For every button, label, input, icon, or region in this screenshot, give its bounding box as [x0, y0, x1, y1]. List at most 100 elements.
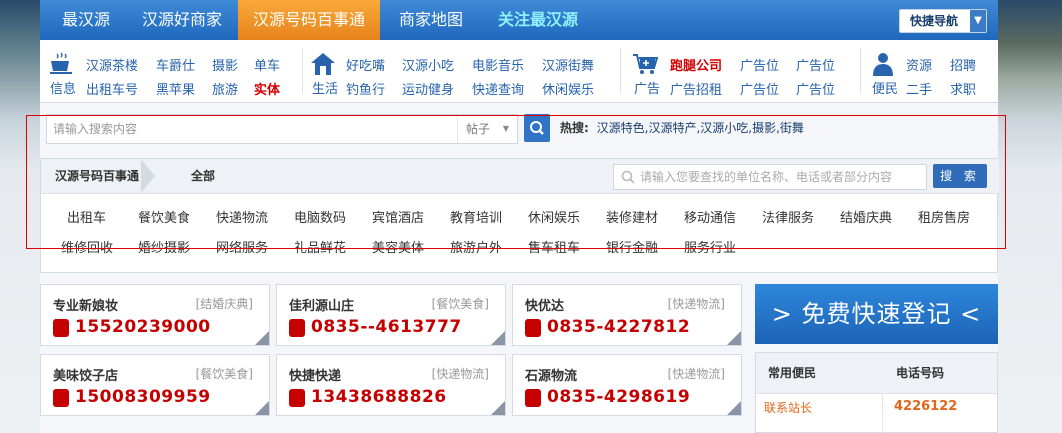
directory-search-button[interactable]: 搜 索: [933, 164, 987, 188]
directory-item[interactable]: 礼品鲜花: [294, 237, 346, 256]
link-che-jue-shi[interactable]: 车爵仕: [156, 55, 195, 74]
link-recruit[interactable]: 招聘: [950, 55, 976, 74]
link-express-query[interactable]: 快递查询: [472, 79, 524, 98]
directory-item[interactable]: 美容美体: [372, 237, 424, 256]
tab-phone-directory[interactable]: 汉源号码百事通: [238, 0, 380, 40]
breadcrumb-root[interactable]: 汉源号码百事通: [55, 159, 139, 193]
search-scope-select[interactable]: 帖子 ▼: [457, 115, 517, 143]
tab-follow[interactable]: 关注最汉源: [482, 0, 594, 40]
listing-card[interactable]: 快捷快递 [快递物流] 13438688826: [276, 354, 506, 416]
corner-marker: [255, 401, 269, 415]
tab-good-merchants[interactable]: 汉源好商家: [130, 0, 234, 40]
directory-item[interactable]: 法律服务: [762, 207, 814, 226]
search-button[interactable]: [524, 114, 550, 142]
shopping-cart-icon: [633, 54, 658, 74]
listing-card[interactable]: 石源物流 [快递物流] 0835-4298619: [512, 354, 742, 416]
directory-item[interactable]: 休闲娱乐: [528, 207, 580, 226]
listing-name: 专业新娘妆: [53, 299, 119, 314]
link-second-hand[interactable]: 二手: [906, 79, 932, 98]
link-black-apple[interactable]: 黑苹果: [156, 79, 195, 98]
listing-name: 快捷快递: [289, 369, 342, 384]
quick-nav-button[interactable]: 快捷导航 ▼: [899, 9, 987, 33]
directory-item[interactable]: 宾馆酒店: [372, 207, 424, 226]
link-ad-slot[interactable]: 广告位: [740, 79, 779, 98]
link-ad-recruit[interactable]: 广告招租: [670, 79, 722, 98]
category-label-life: 生活: [312, 82, 339, 97]
corner-marker: [727, 401, 741, 415]
breadcrumb: 汉源号码百事通 全部 请输入您要查找的单位名称、电话或者部分内容 搜 索: [41, 159, 999, 194]
directory-item[interactable]: 结婚庆典: [840, 207, 892, 226]
link-fishing[interactable]: 钓鱼行: [346, 79, 385, 98]
link-movie-music[interactable]: 电影音乐: [472, 55, 524, 74]
directory-item[interactable]: 服务行业: [684, 237, 736, 256]
corner-marker: [255, 331, 269, 345]
link-bicycle[interactable]: 单车: [254, 55, 280, 74]
common-phone-name[interactable]: 联系站长: [764, 399, 812, 416]
directory-search-placeholder: 请输入您要查找的单位名称、电话或者部分内容: [640, 170, 893, 184]
listing-phone: 0835--4613777: [311, 317, 462, 337]
hot-search-label: 热搜:: [560, 121, 589, 135]
link-job-seeking[interactable]: 求职: [950, 79, 976, 98]
directory-item[interactable]: 移动通信: [684, 207, 736, 226]
directory-item[interactable]: 维修回收: [61, 237, 113, 256]
directory-panel: 汉源号码百事通 全部 请输入您要查找的单位名称、电话或者部分内容 搜 索 出租车…: [40, 158, 999, 273]
directory-item[interactable]: 快递物流: [216, 207, 268, 226]
corner-marker: [491, 331, 505, 345]
link-tea-house[interactable]: 汉源茶楼: [86, 55, 138, 74]
listing-name: 快优达: [525, 299, 565, 314]
listing-phone: 15520239000: [75, 317, 211, 337]
link-ad-slot[interactable]: 广告位: [740, 55, 779, 74]
link-foodie[interactable]: 好吃嘴: [346, 55, 385, 74]
link-fitness[interactable]: 运动健身: [402, 79, 454, 98]
link-ad-slot[interactable]: 广告位: [796, 55, 835, 74]
tab-zui-hanyuan[interactable]: 最汉源: [48, 0, 124, 40]
listing-phone: 15008309959: [75, 387, 211, 407]
link-taxi-numbers[interactable]: 出租车号: [86, 79, 138, 98]
directory-item[interactable]: 售车租车: [528, 237, 580, 256]
category-bar: 信息 汉源茶楼 车爵仕 摄影 单车 出租车号 黑苹果 旅游 实体 生活 好吃嘴 …: [40, 40, 998, 103]
link-errand-company[interactable]: 跑腿公司: [670, 55, 722, 74]
link-entity[interactable]: 实体: [254, 79, 280, 98]
column-header-phone: 电话号码: [896, 366, 945, 380]
category-label-ads: 广告: [634, 82, 661, 97]
link-resources[interactable]: 资源: [906, 55, 932, 74]
category-group-convenience: 便民 资源 招聘 二手 求职: [870, 40, 995, 102]
listing-card[interactable]: 佳利源山庄 [餐饮美食] 0835--4613777: [276, 284, 506, 346]
background-right: [998, 0, 1062, 433]
search-placeholder: 请输入搜索内容: [53, 122, 138, 136]
listing-category: [快递物流]: [667, 367, 725, 381]
directory-item[interactable]: 旅游户外: [450, 237, 502, 256]
link-travel[interactable]: 旅游: [212, 79, 238, 98]
hot-search-terms[interactable]: 汉源特色,汉源特产,汉源小吃,摄影,街舞: [597, 121, 804, 135]
directory-item[interactable]: 出租车: [67, 207, 106, 226]
link-photography[interactable]: 摄影: [212, 55, 238, 74]
directory-item[interactable]: 装修建材: [606, 207, 658, 226]
directory-item[interactable]: 教育培训: [450, 207, 502, 226]
listing-card[interactable]: 快优达 [快递物流] 0835-4227812: [512, 284, 742, 346]
quick-nav-label: 快捷导航: [910, 14, 959, 28]
directory-search-input[interactable]: 请输入您要查找的单位名称、电话或者部分内容: [613, 164, 927, 190]
link-ad-slot[interactable]: 广告位: [796, 79, 835, 98]
phone-icon: [289, 389, 305, 407]
directory-item[interactable]: 银行金融: [606, 237, 658, 256]
phone-icon: [53, 319, 69, 337]
directory-item[interactable]: 电脑数码: [294, 207, 346, 226]
directory-item[interactable]: 网络服务: [216, 237, 268, 256]
phone-icon: [525, 319, 541, 337]
listing-card[interactable]: 美味饺子店 [餐饮美食] 15008309959: [40, 354, 270, 416]
directory-item[interactable]: 婚纱摄影: [138, 237, 190, 256]
directory-item[interactable]: 餐饮美食: [138, 207, 190, 226]
page-container: 最汉源 汉源好商家 汉源号码百事通 商家地图 关注最汉源 快捷导航 ▼ 信息 汉…: [40, 0, 999, 433]
search-input[interactable]: 请输入搜索内容 帖子 ▼: [46, 114, 518, 144]
free-register-button[interactable]: > 免费快速登记 <: [755, 284, 998, 344]
link-street-dance[interactable]: 汉源街舞: [542, 55, 594, 74]
listing-card[interactable]: 专业新娘妆 [结婚庆典] 15520239000: [40, 284, 270, 346]
link-snacks[interactable]: 汉源小吃: [402, 55, 454, 74]
listing-category: [快递物流]: [667, 297, 725, 311]
link-leisure[interactable]: 休闲娱乐: [542, 79, 594, 98]
breadcrumb-current[interactable]: 全部: [191, 159, 215, 193]
person-icon: [873, 53, 893, 76]
directory-item[interactable]: 租房售房: [918, 207, 970, 226]
category-group-info: 信息 汉源茶楼 车爵仕 摄影 单车 出租车号 黑苹果 旅游 实体: [48, 40, 298, 102]
tab-merchant-map[interactable]: 商家地图: [386, 0, 476, 40]
